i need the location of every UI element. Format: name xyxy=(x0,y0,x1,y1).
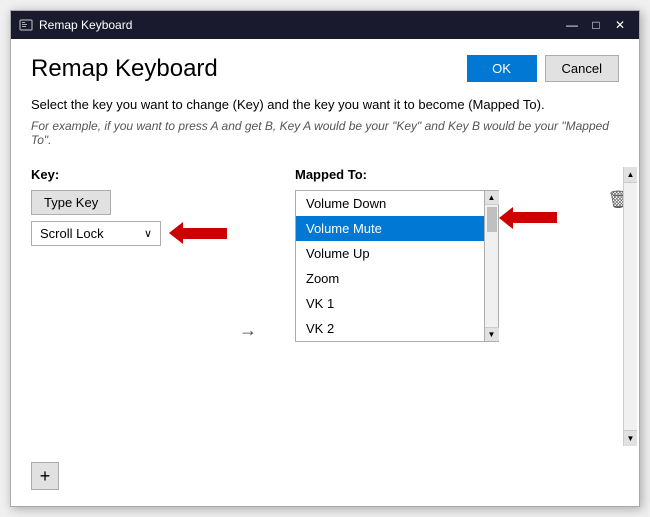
header-buttons: OK Cancel xyxy=(467,55,619,82)
key-red-arrow xyxy=(169,222,227,244)
scroll-track xyxy=(485,205,499,327)
minimize-button[interactable]: — xyxy=(561,15,583,35)
arrow-section: → xyxy=(201,215,295,447)
mapping-area: Key: Type Key Scroll Lock ∨ → xyxy=(31,167,619,447)
window-scroll-down[interactable]: ▼ xyxy=(624,430,637,446)
arrow-head-icon xyxy=(499,207,513,229)
key-label: Key: xyxy=(31,167,201,182)
scroll-down-button[interactable]: ▼ xyxy=(485,327,499,341)
window-icon xyxy=(19,18,33,32)
window-scrollbar[interactable]: ▲ ▼ xyxy=(623,167,637,447)
list-item[interactable]: Volume Up xyxy=(296,241,484,266)
description-line1: Select the key you want to change (Key) … xyxy=(31,95,619,115)
header-row: Remap Keyboard OK Cancel xyxy=(31,55,619,83)
main-window: Remap Keyboard — □ ✕ Remap Keyboard OK C… xyxy=(10,10,640,507)
arrow-head-icon xyxy=(169,222,183,244)
scroll-thumb[interactable] xyxy=(487,207,497,232)
scroll-up-button[interactable]: ▲ xyxy=(485,191,499,205)
window-scroll-track xyxy=(624,183,637,431)
list-item[interactable]: Zoom xyxy=(296,266,484,291)
type-key-button[interactable]: Type Key xyxy=(31,190,111,215)
title-bar: Remap Keyboard — □ ✕ xyxy=(11,11,639,39)
description-line2: For example, if you want to press A and … xyxy=(31,119,619,147)
title-bar-text: Remap Keyboard xyxy=(39,18,555,32)
mapped-dropdown-container: Volume Down Volume Mute Volume Up Zoom V… xyxy=(295,190,619,342)
content-area: Remap Keyboard OK Cancel Select the key … xyxy=(11,39,639,506)
close-button[interactable]: ✕ xyxy=(609,15,631,35)
add-row: + xyxy=(31,462,619,490)
mapped-dropdown-list[interactable]: Volume Down Volume Mute Volume Up Zoom V… xyxy=(295,190,485,342)
mapped-red-arrow xyxy=(499,207,557,229)
list-item[interactable]: VK 1 xyxy=(296,291,484,316)
page-title: Remap Keyboard xyxy=(31,55,218,83)
right-arrow-icon: → xyxy=(239,320,257,341)
mapped-label: Mapped To: xyxy=(295,167,619,182)
cancel-button[interactable]: Cancel xyxy=(545,55,619,82)
chevron-down-icon: ∨ xyxy=(144,227,152,240)
title-bar-controls: — □ ✕ xyxy=(561,15,631,35)
mapped-section: Mapped To: Volume Down Volume Mute Volum… xyxy=(295,167,619,447)
window-scroll-up[interactable]: ▲ xyxy=(624,167,637,183)
arrow-shaft xyxy=(183,228,227,239)
ok-button[interactable]: OK xyxy=(467,55,537,82)
arrow-shaft xyxy=(513,212,557,223)
add-button[interactable]: + xyxy=(31,462,59,490)
list-item[interactable]: Volume Mute xyxy=(296,216,484,241)
dropdown-scrollbar[interactable]: ▲ ▼ xyxy=(485,190,499,342)
list-item[interactable]: Volume Down xyxy=(296,191,484,216)
maximize-button[interactable]: □ xyxy=(585,15,607,35)
key-dropdown[interactable]: Scroll Lock ∨ xyxy=(31,221,161,246)
key-dropdown-value: Scroll Lock xyxy=(40,226,104,241)
list-item[interactable]: VK 2 xyxy=(296,316,484,341)
